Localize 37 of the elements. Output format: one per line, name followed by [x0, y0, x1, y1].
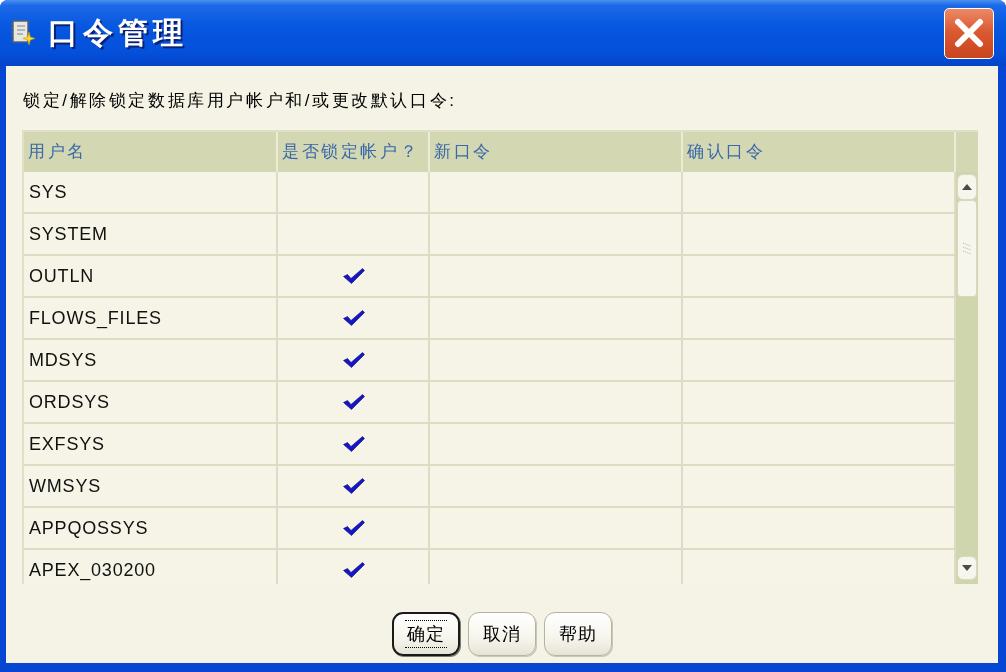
table-cell: APEX_030200 [24, 550, 278, 584]
grip-icon [962, 241, 972, 256]
checkmark-icon [343, 562, 365, 578]
table-cell: MDSYS [24, 340, 278, 380]
checkmark-icon [343, 352, 365, 368]
notebook-sparkle-icon [10, 20, 35, 46]
table-cell: EXFSYS [24, 424, 278, 464]
window-title: 口令管理 [48, 15, 188, 51]
caret-up-icon [962, 184, 972, 190]
table-cell: SYSTEM [24, 214, 278, 254]
checkmark-icon [343, 436, 365, 452]
caret-down-icon [962, 565, 972, 571]
dialog-button[interactable]: 取消 [468, 612, 536, 656]
scroll-up-button[interactable] [957, 174, 977, 200]
close-button[interactable] [944, 7, 994, 59]
checkmark-icon [343, 268, 365, 284]
column-header: 用户名 [24, 132, 278, 172]
column-header: 是否锁定帐户？ [278, 132, 430, 172]
scrollbar-thumb[interactable] [957, 200, 977, 297]
close-icon [954, 18, 984, 48]
scroll-down-button[interactable] [957, 556, 977, 580]
table-cell: WMSYS [24, 466, 278, 506]
checkmark-icon [343, 520, 365, 536]
checkmark-icon [343, 478, 365, 494]
checkmark-icon [343, 310, 365, 326]
checkmark-icon [343, 394, 365, 410]
table-cell: SYS [24, 172, 278, 212]
dialog-button[interactable]: 帮助 [544, 612, 612, 656]
table-cell: FLOWS_FILES [24, 298, 278, 338]
table-cell: ORDSYS [24, 382, 278, 422]
column-header: 新口令 [430, 132, 683, 172]
vertical-scrollbar[interactable] [956, 172, 978, 584]
dialog-button[interactable]: 确定 [392, 612, 460, 656]
instruction-text: 锁定/解除锁定数据库用户帐户和/或更改默认口令: [23, 91, 457, 111]
table-cell: OUTLN [24, 256, 278, 296]
column-header: 确认口令 [683, 132, 956, 172]
table-cell: APPQOSSYS [24, 508, 278, 548]
